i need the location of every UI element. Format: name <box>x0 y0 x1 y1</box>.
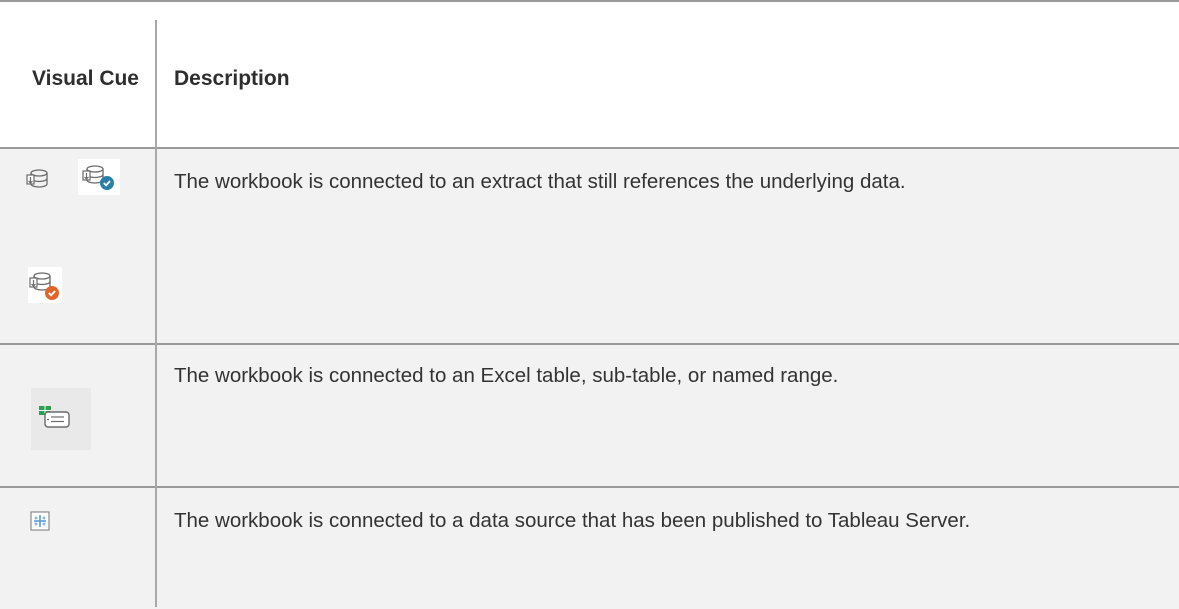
published-data-source-icon <box>30 511 50 531</box>
table-row: The workbook is connected to an extract … <box>0 149 1179 345</box>
visual-cues-table: Visual Cue Description The workbook is c… <box>0 0 1179 609</box>
table-header-row: Visual Cue Description <box>0 2 1179 149</box>
table-row: The workbook is connected to a data sour… <box>0 488 1179 609</box>
extract-refresh-success-icon <box>78 159 120 195</box>
extract-refresh-warning-icon <box>28 267 62 303</box>
column-divider <box>155 20 157 607</box>
extract-icon <box>24 165 52 193</box>
row-description: The workbook is connected to a data sour… <box>174 509 971 532</box>
excel-named-range-icon <box>31 388 91 450</box>
table-row: The workbook is connected to an Excel ta… <box>0 345 1179 488</box>
row-description: The workbook is connected to an extract … <box>174 170 906 193</box>
header-description: Description <box>174 67 290 90</box>
row-description: The workbook is connected to an Excel ta… <box>174 364 839 387</box>
header-visual-cue: Visual Cue <box>32 67 139 90</box>
